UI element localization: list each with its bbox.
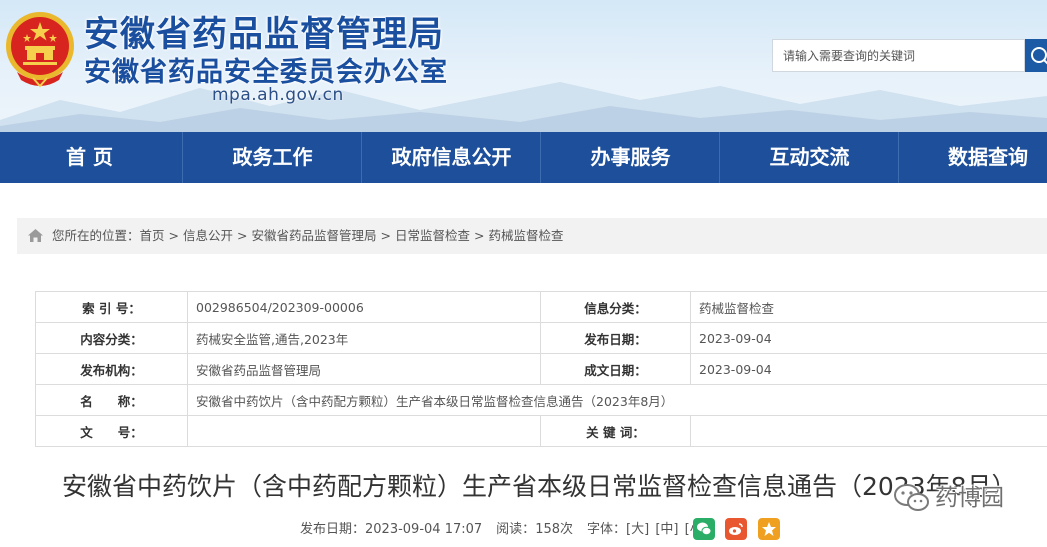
document-name-label: 名 称： (35, 384, 188, 416)
font-size-medium-button[interactable]: [中] (655, 522, 678, 537)
keywords-value (690, 415, 1047, 447)
favorite-star-icon (762, 522, 776, 536)
article-meta: 发布日期：2023-09-04 17:07阅读：158次字体：[大] [中] [… (300, 519, 710, 541)
publish-date-value: 2023-09-04 (690, 322, 1047, 354)
weibo-icon (729, 523, 743, 535)
index-number-value: 002986504/202309-00006 (187, 291, 541, 323)
breadcrumb-separator: > (168, 228, 180, 243)
nav-item-government-affairs[interactable]: 政务工作 (183, 132, 362, 183)
font-size-large-button[interactable]: [大] (626, 522, 649, 537)
wechat-watermark-icon (894, 484, 929, 511)
breadcrumb-item-daily-inspection[interactable]: 日常监督检查 (395, 228, 470, 243)
read-count: 158 (535, 522, 561, 537)
breadcrumb-item-info-disclosure[interactable]: 信息公开 (183, 228, 233, 243)
table-row: 内容分类： 药械安全监管,通告,2023年 发布日期： 2023-09-04 (35, 322, 1047, 354)
main-nav: 首 页 政务工作 政府信息公开 办事服务 互动交流 数据查询 (0, 132, 1047, 183)
site-subtitle: 安徽省药品安全委员会办公室 (84, 57, 448, 88)
read-unit: 次 (560, 522, 574, 537)
nav-item-home[interactable]: 首 页 (0, 132, 179, 183)
info-category-value: 药械监督检查 (690, 291, 1047, 323)
breadcrumb-item-device-inspection[interactable]: 药械监督检查 (489, 228, 564, 243)
article-title: 安徽省中药饮片（含中药配方颗粒）生产省本级日常监督检查信息通告（2023年8月） (62, 472, 1017, 501)
wechat-icon (697, 522, 712, 536)
written-date-label: 成文日期： (540, 353, 691, 385)
nav-item-services[interactable]: 办事服务 (541, 132, 720, 183)
publish-date-label: 发布日期： (540, 322, 691, 354)
info-category-label: 信息分类： (540, 291, 691, 323)
document-number-label: 文 号： (35, 415, 188, 447)
publish-label: 发布日期： (300, 522, 366, 537)
document-number-value (187, 415, 541, 447)
search-icon (1031, 47, 1047, 65)
table-row: 索 引 号： 002986504/202309-00006 信息分类： 药械监督… (35, 291, 1047, 323)
breadcrumb-trail: 您所在的位置：首页 > 信息公开 > 安徽省药品监督管理局 > 日常监督检查 > 药械监督检查 (52, 218, 564, 254)
nav-item-info-disclosure[interactable]: 政府信息公开 (362, 132, 541, 183)
site-domain: mpa.ah.gov.cn (212, 85, 344, 105)
breadcrumb-separator: > (474, 228, 485, 243)
breadcrumb-prefix: 您所在的位置： (52, 228, 140, 243)
publish-datetime: 2023-09-04 17:07 (365, 522, 483, 537)
site-header: 安徽省药品监督管理局 安徽省药品安全委员会办公室 mpa.ah.gov.cn (0, 0, 1047, 132)
breadcrumb-separator: > (380, 228, 392, 243)
breadcrumb-item-home[interactable]: 首页 (140, 228, 165, 243)
read-label: 阅读： (496, 522, 536, 537)
document-name-value: 安徽省中药饮片（含中药配方颗粒）生产省本级日常监督检查信息通告（2023年8月） (187, 384, 1047, 416)
nav-item-data-query[interactable]: 数据查询 (899, 132, 1047, 183)
nav-item-interaction[interactable]: 互动交流 (720, 132, 899, 183)
publisher-label: 发布机构： (35, 353, 188, 385)
watermark: 药博园 (893, 480, 1023, 516)
watermark-text: 药博园 (935, 485, 1004, 511)
breadcrumb-separator: > (237, 228, 248, 243)
share-wechat-button[interactable] (693, 518, 715, 540)
content-category-value: 药械安全监管,通告,2023年 (187, 322, 541, 354)
share-weibo-button[interactable] (725, 518, 747, 540)
breadcrumb: 您所在的位置：首页 > 信息公开 > 安徽省药品监督管理局 > 日常监督检查 > 药械监督检查 (17, 218, 1047, 254)
home-icon (28, 229, 43, 242)
keywords-label: 关 键 词： (540, 415, 691, 447)
favorite-button[interactable] (758, 518, 780, 540)
index-number-label: 索 引 号： (35, 291, 188, 323)
table-row: 名 称： 安徽省中药饮片（含中药配方颗粒）生产省本级日常监督检查信息通告（202… (35, 384, 1047, 416)
content-category-label: 内容分类： (35, 322, 188, 354)
table-row: 发布机构： 安徽省药品监督管理局 成文日期： 2023-09-04 (35, 353, 1047, 385)
document-info-table: 索 引 号： 002986504/202309-00006 信息分类： 药械监督… (35, 291, 1047, 447)
national-emblem-icon (6, 12, 74, 88)
search-input[interactable] (772, 39, 1025, 72)
search-button[interactable] (1025, 39, 1047, 72)
written-date-value: 2023-09-04 (690, 353, 1047, 385)
table-row: 文 号： 关 键 词： (35, 415, 1047, 447)
breadcrumb-item-bureau[interactable]: 安徽省药品监督管理局 (252, 228, 377, 243)
publisher-value: 安徽省药品监督管理局 (187, 353, 541, 385)
font-size-label: 字体： (587, 522, 627, 537)
